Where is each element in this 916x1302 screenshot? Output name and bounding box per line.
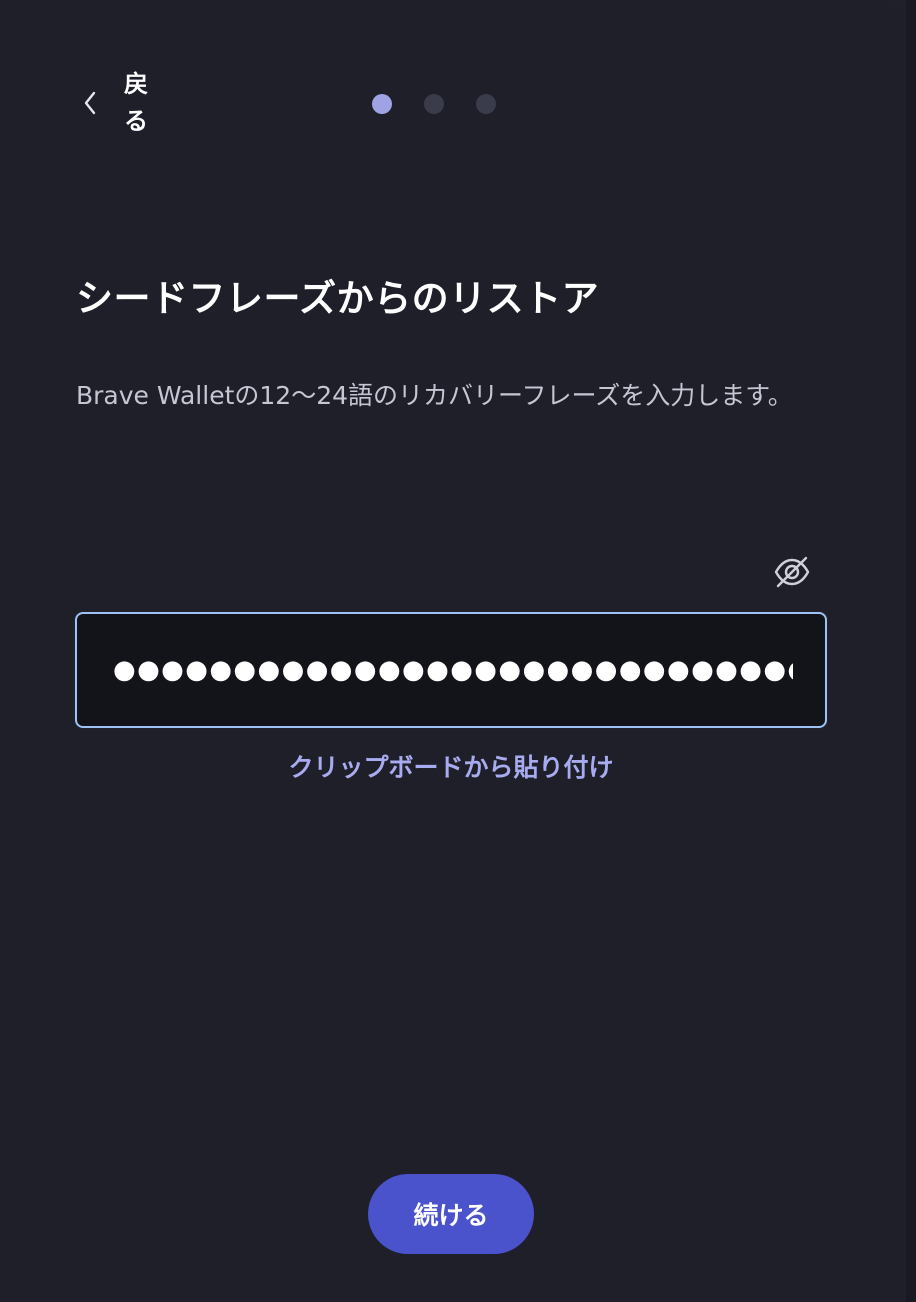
window-edge	[906, 0, 916, 1302]
recovery-phrase-input[interactable]	[77, 614, 825, 726]
step-indicator	[372, 94, 496, 114]
back-button[interactable]: 戻る	[78, 66, 152, 140]
back-label: 戻る	[124, 70, 148, 135]
recovery-phrase-field	[75, 612, 827, 728]
step-dot-3	[476, 94, 496, 114]
step-dot-1	[372, 94, 392, 114]
step-dot-2	[424, 94, 444, 114]
paste-from-clipboard-link[interactable]: クリップボードから貼り付け	[0, 748, 902, 784]
eye-slash-icon[interactable]	[772, 552, 812, 592]
chevron-left-icon	[78, 91, 102, 115]
page-title: シードフレーズからのリストア	[76, 277, 600, 320]
continue-button[interactable]: 続ける	[368, 1174, 534, 1254]
page-description: Brave Walletの12〜24語のリカバリーフレーズを入力します。	[76, 381, 793, 410]
